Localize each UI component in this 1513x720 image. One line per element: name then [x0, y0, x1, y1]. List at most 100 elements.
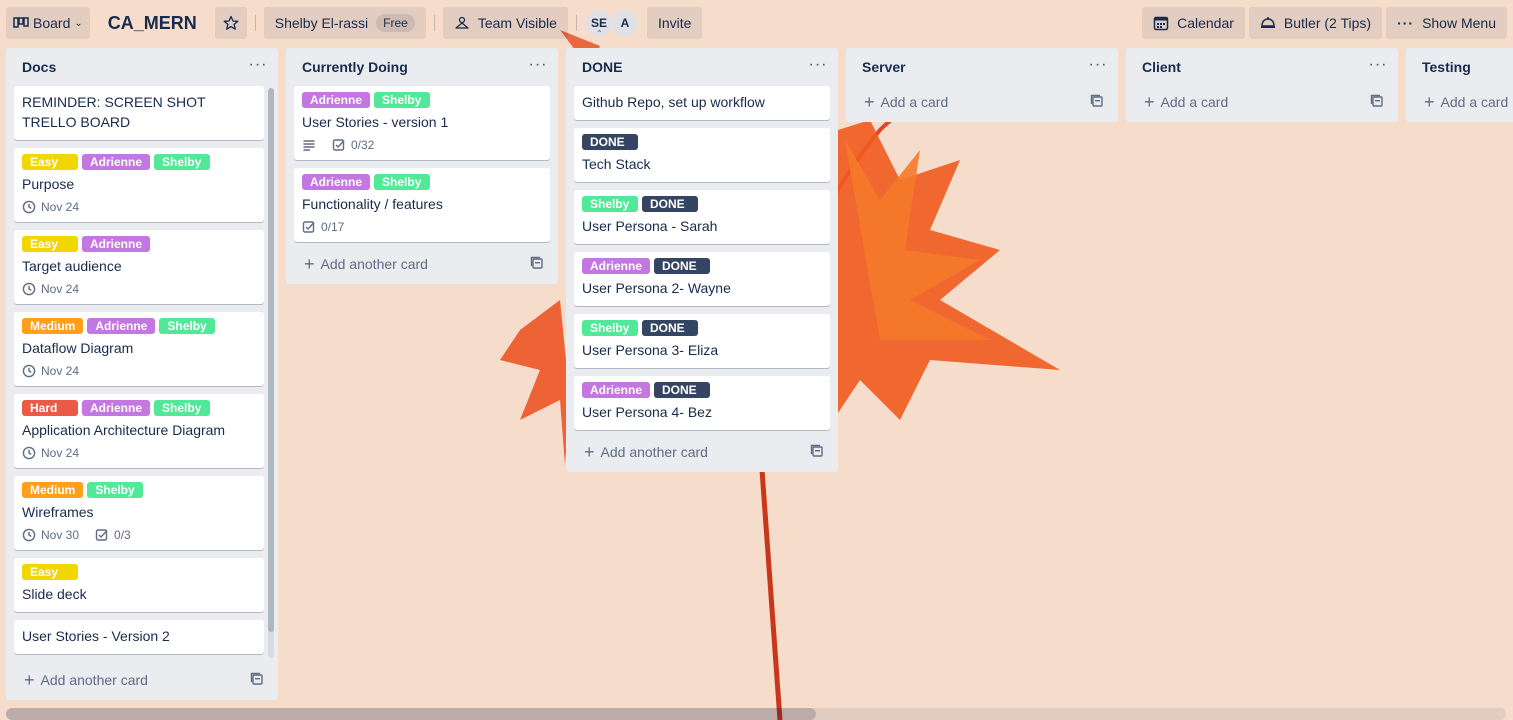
due-date-badge[interactable]: Nov 24	[22, 446, 79, 460]
card-template-icon[interactable]	[530, 256, 544, 273]
card-labels: Medium Adrienne Shelby	[22, 318, 256, 334]
board-switcher-button[interactable]: Board ⌄	[6, 7, 90, 39]
admin-chevron-icon: ⌃	[595, 29, 603, 38]
card-template-icon[interactable]	[1090, 94, 1104, 111]
card-label[interactable]: Shelby	[159, 318, 216, 334]
list-header: Docs ···	[6, 48, 278, 86]
plus-icon: +	[864, 92, 875, 112]
card-label[interactable]: DONE	[654, 382, 711, 398]
header-right-actions: Calendar Butler (2 Tips) ··· Show Menu	[1142, 7, 1507, 39]
card-label[interactable]: Shelby	[374, 92, 431, 108]
show-menu-button[interactable]: ··· Show Menu	[1386, 7, 1507, 39]
card[interactable]: Adrienne Shelby Functionality / features…	[294, 168, 550, 242]
card-label[interactable]: Shelby	[87, 482, 144, 498]
card-label[interactable]: Adrienne	[302, 174, 371, 190]
card-label[interactable]: Adrienne	[582, 258, 651, 274]
list-title[interactable]: DONE	[582, 58, 622, 76]
invite-button[interactable]: Invite	[646, 7, 703, 39]
avatar[interactable]: SE ⌃	[584, 9, 613, 38]
due-date-text: Nov 24	[41, 446, 80, 460]
card-label[interactable]: Adrienne	[87, 318, 156, 334]
add-card-button[interactable]: + Add a card	[1144, 93, 1228, 111]
card-label[interactable]: DONE	[642, 196, 698, 212]
card[interactable]: Shelby DONE User Persona 3- Eliza	[574, 314, 830, 368]
card-title: Dataflow Diagram	[22, 340, 134, 356]
list-title[interactable]: Client	[1142, 58, 1181, 76]
card-label[interactable]: DONE	[582, 134, 638, 150]
card-template-icon[interactable]	[250, 672, 264, 689]
card-label[interactable]: DONE	[654, 258, 711, 274]
add-card-button[interactable]: + Add a card	[864, 92, 948, 112]
card-label[interactable]: Adrienne	[582, 382, 651, 398]
board-title[interactable]: CA_MERN	[98, 7, 207, 39]
board-horizontal-scrollbar[interactable]	[6, 708, 1506, 720]
add-card-button[interactable]: + Add another card	[24, 671, 148, 689]
due-date-badge[interactable]: Nov 24	[22, 364, 79, 378]
card-label[interactable]: Easy	[22, 236, 78, 252]
list-menu-icon[interactable]: ···	[526, 57, 550, 73]
list-menu-icon[interactable]: ···	[1086, 57, 1110, 73]
calendar-button[interactable]: Calendar	[1142, 7, 1245, 39]
card-label[interactable]: Shelby	[154, 154, 211, 170]
add-card-button[interactable]: + Add a card	[1424, 93, 1508, 111]
card[interactable]: Adrienne DONE User Persona 2- Wayne	[574, 252, 830, 306]
list-title[interactable]: Testing	[1422, 58, 1471, 76]
visibility-button[interactable]: Team Visible	[442, 7, 568, 39]
list-title[interactable]: Docs	[22, 58, 56, 76]
card-label[interactable]: Adrienne	[82, 236, 151, 252]
card[interactable]: Medium Shelby Wireframes Nov 30 0/3	[14, 476, 264, 550]
butler-bell-icon	[1260, 17, 1275, 28]
card-label[interactable]: Shelby	[154, 400, 211, 416]
add-card-button[interactable]: + Add another card	[304, 255, 428, 273]
due-date-badge[interactable]: Nov 24	[22, 282, 79, 296]
card[interactable]: User Stories - Version 2	[14, 620, 264, 654]
card[interactable]: Easy Adrienne Shelby Purpose Nov 24	[14, 148, 264, 222]
card[interactable]: Medium Adrienne Shelby Dataflow Diagram …	[14, 312, 264, 386]
star-board-button[interactable]	[214, 7, 247, 39]
card[interactable]: REMINDER: SCREEN SHOT TRELLO BOARD	[14, 86, 264, 140]
butler-button[interactable]: Butler (2 Tips)	[1248, 7, 1383, 39]
card[interactable]: Hard Adrienne Shelby Application Archite…	[14, 394, 264, 468]
card-label[interactable]: Easy	[22, 154, 78, 170]
card[interactable]: Adrienne DONE User Persona 4- Bez	[574, 376, 830, 430]
add-card-button[interactable]: + Add another card	[584, 443, 708, 461]
card-label[interactable]: Medium	[22, 482, 84, 498]
scrollbar-thumb[interactable]	[6, 708, 816, 720]
list-menu-icon[interactable]: ···	[1366, 57, 1390, 73]
due-date-badge[interactable]: Nov 30	[22, 528, 79, 542]
list-currently-doing: Currently Doing ··· Adrienne Shelby User…	[286, 48, 558, 284]
list-title[interactable]: Currently Doing	[302, 58, 408, 76]
card[interactable]: Adrienne Shelby User Stories - version 1…	[294, 86, 550, 160]
list-menu-icon[interactable]: ···	[806, 57, 830, 73]
card-label[interactable]: Adrienne	[82, 154, 151, 170]
list-menu-icon[interactable]: ···	[246, 57, 270, 73]
card-label[interactable]: Shelby	[582, 196, 638, 212]
card-label[interactable]: Easy	[22, 564, 78, 580]
card[interactable]: Shelby DONE User Persona - Sarah	[574, 190, 830, 244]
card-label[interactable]: Adrienne	[302, 92, 371, 108]
card-labels: Shelby DONE	[582, 320, 822, 336]
workspace-button[interactable]: Shelby El-rassi Free	[263, 7, 426, 39]
board-members: SE ⌃ A	[584, 9, 639, 38]
card-label[interactable]: Hard	[22, 400, 78, 416]
card[interactable]: DONE Tech Stack	[574, 128, 830, 182]
card-label[interactable]: Shelby	[582, 320, 638, 336]
card[interactable]: Easy Adrienne Target audience Nov 24	[14, 230, 264, 304]
workspace-plan-badge: Free	[376, 14, 415, 32]
card-label[interactable]: Shelby	[374, 174, 431, 190]
list-scrollbar[interactable]	[268, 88, 274, 658]
card-labels: Adrienne DONE	[582, 382, 822, 398]
card-label[interactable]: DONE	[642, 320, 698, 336]
card[interactable]: Easy Slide deck	[14, 558, 264, 612]
due-date-badge[interactable]: Nov 24	[22, 200, 79, 214]
card-label[interactable]: Adrienne	[82, 400, 151, 416]
card[interactable]: Github Repo, set up workflow	[574, 86, 830, 120]
avatar[interactable]: A	[610, 9, 639, 37]
card-label[interactable]: Medium	[22, 318, 84, 334]
card-badges: 0/17	[302, 220, 542, 234]
card-template-icon[interactable]	[1370, 94, 1384, 111]
list-title[interactable]: Server	[862, 58, 906, 76]
card-template-icon[interactable]	[810, 444, 824, 461]
scrollbar-thumb[interactable]	[268, 88, 274, 632]
checklist-badge: 0/32	[332, 138, 374, 152]
